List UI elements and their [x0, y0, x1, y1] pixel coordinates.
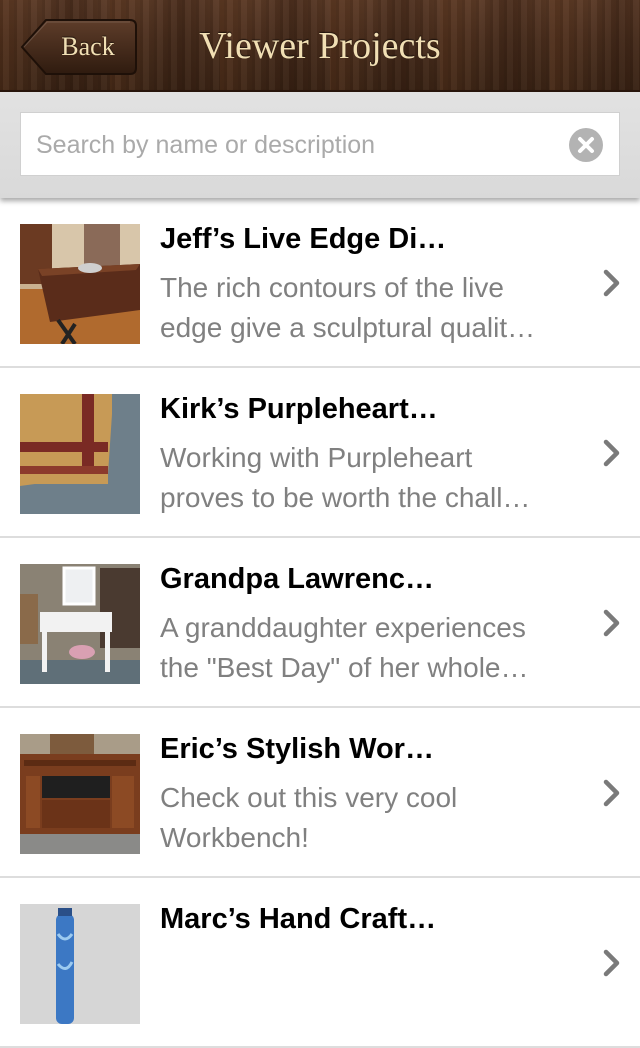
clear-circle-icon[interactable]: [569, 128, 603, 162]
project-description: A granddaughter experiences the "Best Da…: [160, 608, 588, 688]
search-bar: Search by name or description: [0, 92, 640, 198]
project-description: The rich contours of the live edge give …: [160, 268, 588, 348]
search-input[interactable]: Search by name or description: [20, 112, 620, 176]
list-item[interactable]: Grandpa Lawrenc… A granddaughter experie…: [0, 538, 640, 708]
list-item[interactable]: Jeff’s Live Edge Di… The rich contours o…: [0, 198, 640, 368]
back-button[interactable]: Back: [20, 18, 138, 76]
project-thumbnail: [20, 224, 140, 344]
project-thumbnail: [20, 734, 140, 854]
description-line: Check out this very cool: [160, 782, 458, 813]
project-thumbnail: [20, 394, 140, 514]
description-line: The rich contours of the live: [160, 272, 504, 303]
search-placeholder: Search by name or description: [36, 131, 376, 159]
description-line: A granddaughter experiences: [160, 612, 526, 643]
project-title: Marc’s Hand Craft…: [160, 903, 437, 935]
list-item[interactable]: Eric’s Stylish Wor… Check out this very …: [0, 708, 640, 878]
description-line: edge give a sculptural qualit…: [160, 312, 536, 343]
page-title: Viewer Projects: [199, 25, 441, 67]
navigation-bar: Back Viewer Projects: [0, 0, 640, 92]
project-description: Check out this very cool Workbench!: [160, 778, 588, 858]
chevron-right-icon: [602, 438, 622, 468]
chevron-right-icon: [602, 778, 622, 808]
project-title: Jeff’s Live Edge Di…: [160, 223, 447, 255]
list-item[interactable]: Marc’s Hand Craft…: [0, 878, 640, 1048]
project-list: Jeff’s Live Edge Di… The rich contours o…: [0, 198, 640, 1048]
project-thumbnail: [20, 564, 140, 684]
description-line: the "Best Day" of her whole…: [160, 652, 529, 683]
description-line: Working with Purpleheart: [160, 442, 473, 473]
project-thumbnail: [20, 904, 140, 1024]
back-button-label: Back: [61, 32, 115, 61]
project-title: Eric’s Stylish Wor…: [160, 733, 434, 765]
project-title: Kirk’s Purpleheart…: [160, 393, 438, 425]
chevron-right-icon: [602, 608, 622, 638]
description-line: Workbench!: [160, 822, 309, 853]
list-item[interactable]: Kirk’s Purpleheart… Working with Purpleh…: [0, 368, 640, 538]
chevron-right-icon: [602, 948, 622, 978]
chevron-right-icon: [602, 268, 622, 298]
description-line: proves to be worth the chall…: [160, 482, 531, 513]
project-title: Grandpa Lawrenc…: [160, 563, 434, 595]
project-description: Working with Purpleheart proves to be wo…: [160, 438, 588, 518]
